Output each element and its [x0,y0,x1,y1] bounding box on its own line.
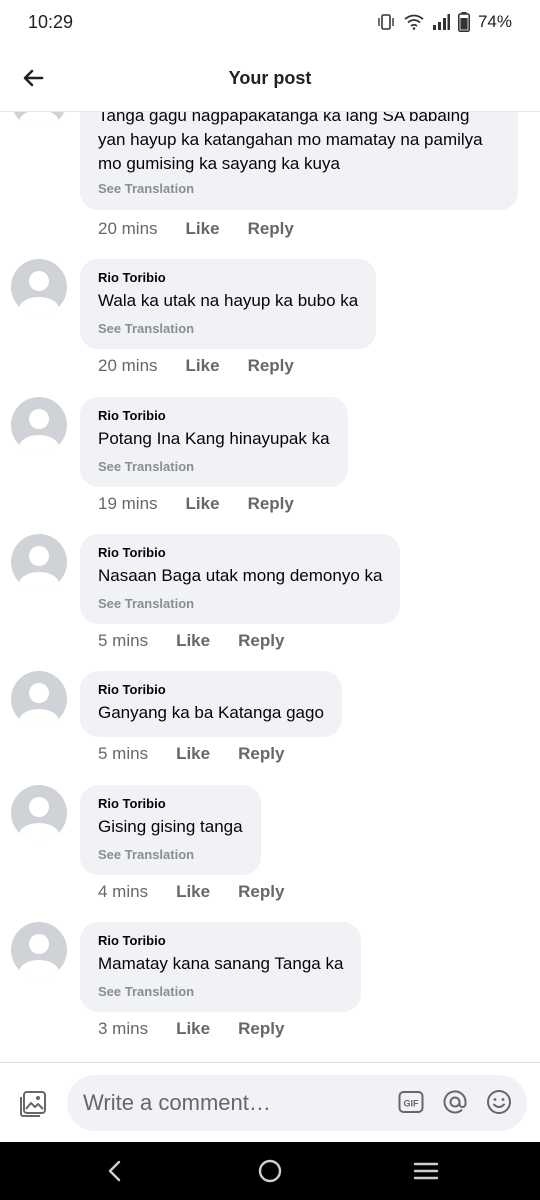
battery-percent: 74% [477,12,512,31]
status-icons: 74% [376,12,512,32]
see-translation-link[interactable]: See Translation [98,181,194,196]
comment-bubble[interactable]: Tanga gagu nagpapakatanga ka lang SA bab… [80,112,518,210]
comment-line: Tanga gagu nagpapakatanga ka lang SA bab… [98,112,470,125]
avatar[interactable] [11,397,67,453]
avatar[interactable] [11,671,67,727]
comment-text: Gising gising tanga [98,817,243,836]
reply-button[interactable]: Reply [248,356,294,376]
photo-icon[interactable] [18,1089,48,1119]
status-time: 10:29 [28,12,74,32]
gif-label: GIF [404,1099,420,1109]
comment-text: Mamatay kana sanang Tanga ka [98,954,344,973]
see-translation-link[interactable]: See Translation [98,596,382,612]
comment-actions: 3 mins Like Reply [98,1019,284,1039]
status-bar: 10:29 74% [0,0,540,50]
comment-actions: 4 mins Like Reply [98,882,284,902]
comment-time: 5 mins [98,631,149,650]
see-translation-link[interactable]: See Translation [98,321,358,337]
comment-author[interactable]: Rio Toribio [98,407,330,425]
comment-bubble[interactable]: Rio Toribio Nasaan Baga utak mong demony… [80,534,401,624]
system-nav-bar [0,1142,540,1200]
comment-time: 20 mins [98,356,158,375]
like-button[interactable]: Like [176,882,210,902]
comment-bubble[interactable]: Rio Toribio Ganyang ka ba Katanga gago [80,671,342,737]
avatar[interactable] [11,785,67,841]
nav-home-icon[interactable] [255,1156,285,1186]
comment-text: Tanga gagu nagpapakatanga ka lang SA bab… [98,112,508,176]
like-button[interactable]: Like [176,744,210,764]
comment-time: 19 mins [98,494,158,513]
comment-line: yan hayup ka katangahan mo mamatay na pa… [98,130,483,149]
comment-bubble[interactable]: Rio Toribio Wala ka utak na hayup ka bub… [80,259,377,349]
like-button[interactable]: Like [186,356,220,376]
nav-back-icon[interactable] [100,1156,130,1186]
see-translation-link[interactable]: See Translation [98,847,243,863]
comment-actions: 19 mins Like Reply [98,494,294,514]
comment-text: Ganyang ka ba Katanga gago [98,703,324,722]
comment-line: mo gumising ka sayang ka kuya [98,154,340,173]
reply-button[interactable]: Reply [248,219,294,239]
comment-text: Nasaan Baga utak mong demonyo ka [98,566,383,585]
comment-time: 3 mins [98,1019,149,1038]
comment-time: 4 mins [98,882,149,901]
avatar[interactable] [11,922,67,978]
header: Your post [0,50,540,112]
at-icon[interactable] [442,1089,468,1115]
avatar[interactable] [11,112,67,128]
comment-time: 20 mins [98,219,158,238]
comment-actions: 20 mins Like Reply [98,219,294,239]
reply-button[interactable]: Reply [238,1019,284,1039]
comment-actions: 5 mins Like Reply [98,744,284,764]
comment-composer: GIF [0,1062,540,1142]
emoji-icon[interactable] [486,1089,512,1115]
vibrate-icon [376,13,396,31]
comment-bubble[interactable]: Rio Toribio Potang Ina Kang hinayupak ka… [80,397,348,487]
see-translation-link[interactable]: See Translation [98,984,343,1000]
like-button[interactable]: Like [176,1019,210,1039]
comment-actions: 20 mins Like Reply [98,356,294,376]
nav-recents-icon[interactable] [411,1156,441,1186]
page-title: Your post [228,68,312,88]
comment-actions: 5 mins Like Reply [98,631,284,651]
like-button[interactable]: Like [186,219,220,239]
reply-button[interactable]: Reply [238,744,284,764]
reply-button[interactable]: Reply [238,882,284,902]
see-translation-link[interactable]: See Translation [98,459,330,475]
comment-author[interactable]: Rio Toribio [98,269,358,287]
comment-time: 5 mins [98,744,149,763]
battery-icon [457,12,470,32]
comment-author[interactable]: Rio Toribio [98,544,382,562]
comment-bubble[interactable]: Rio Toribio Gising gising tanga See Tran… [80,785,261,875]
avatar[interactable] [11,534,67,590]
signal-icon [432,14,450,30]
comment-list: Tanga gagu nagpapakatanga ka lang SA bab… [0,112,540,1062]
reply-button[interactable]: Reply [248,494,294,514]
reply-button[interactable]: Reply [238,631,284,651]
comment-author[interactable]: Rio Toribio [98,681,324,699]
avatar[interactable] [11,259,67,315]
comment-author[interactable]: Rio Toribio [98,795,243,813]
comment-text: Wala ka utak na hayup ka bubo ka [98,291,359,310]
comment-bubble[interactable]: Rio Toribio Mamatay kana sanang Tanga ka… [80,922,362,1012]
comment-text: Potang Ina Kang hinayupak ka [98,429,330,448]
gif-icon[interactable]: GIF [398,1089,424,1115]
comment-author[interactable]: Rio Toribio [98,932,343,950]
like-button[interactable]: Like [186,494,220,514]
like-button[interactable]: Like [176,631,210,651]
wifi-icon [404,14,424,30]
input-icons: GIF [398,1089,512,1115]
